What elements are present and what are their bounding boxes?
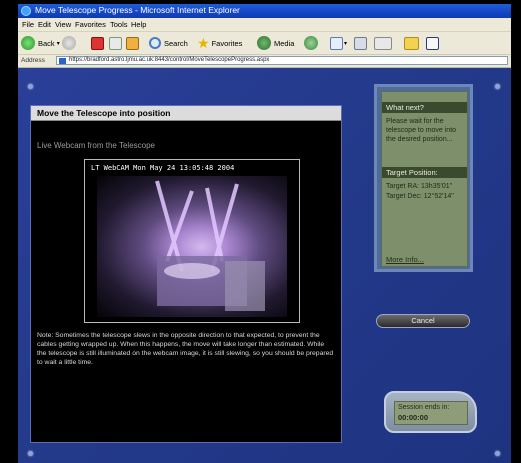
- panel-title: Move the Telescope into position: [37, 108, 171, 118]
- menu-bar: File Edit View Favorites Tools Help: [18, 18, 511, 32]
- folder-icon: [404, 36, 419, 50]
- browser-window: Move Telescope Progress - Microsoft Inte…: [18, 4, 511, 463]
- session-display: Session ends in: 00:00:00: [394, 401, 468, 425]
- history-icon: [304, 36, 318, 50]
- rivet-decoration: [495, 84, 500, 89]
- telescope-image: [155, 180, 265, 311]
- toolbar: Back ▾ Search ★ Favorites Media ▾: [18, 32, 511, 55]
- panel-header: Move the Telescope into position: [31, 106, 341, 121]
- menu-view[interactable]: View: [55, 20, 71, 29]
- edit-icon: [374, 36, 392, 50]
- home-button[interactable]: [126, 35, 139, 51]
- favorites-label: Favorites: [211, 38, 243, 48]
- address-label: Address: [21, 57, 45, 64]
- info-panel: What next? Please wait for the telescope…: [374, 84, 473, 272]
- webcam-timestamp: LT WebCAM Mon May 24 13:05:48 2004: [91, 164, 235, 172]
- session-time: 00:00:00: [398, 413, 429, 422]
- refresh-icon: [109, 36, 122, 50]
- favorites-button[interactable]: ★ Favorites: [197, 35, 242, 51]
- media-label: Media: [274, 38, 295, 48]
- menu-favorites[interactable]: Favorites: [75, 20, 106, 29]
- menu-tools[interactable]: Tools: [110, 20, 128, 29]
- main-panel: Move the Telescope into position Live We…: [30, 105, 342, 443]
- page-content: Move the Telescope into position Live We…: [18, 68, 511, 463]
- search-icon: [149, 37, 161, 49]
- menu-help[interactable]: Help: [131, 20, 146, 29]
- address-bar: Address https://bradford.astro.ljmu.ac.u…: [18, 55, 511, 68]
- session-label: Session ends in:: [398, 404, 450, 411]
- target-dec: Target Dec: 12°52'14": [386, 193, 454, 200]
- more-info-link[interactable]: More Info...: [386, 255, 424, 264]
- print-button[interactable]: [354, 35, 367, 51]
- messenger-icon: [426, 36, 439, 50]
- print-icon: [354, 36, 367, 50]
- mail-icon: [330, 36, 343, 50]
- search-button[interactable]: Search: [149, 35, 188, 51]
- menu-file[interactable]: File: [22, 20, 34, 29]
- target-header: Target Position:: [382, 167, 467, 178]
- forward-button[interactable]: [62, 35, 76, 51]
- what-next-header: What next?: [382, 102, 467, 113]
- media-icon: [257, 36, 271, 50]
- home-icon: [126, 36, 139, 50]
- stop-icon: [91, 36, 104, 50]
- target-title: Target Position:: [386, 168, 438, 177]
- messenger-button[interactable]: [426, 35, 439, 51]
- star-icon: ★: [197, 35, 210, 51]
- folder-button[interactable]: [404, 35, 419, 51]
- rivet-decoration: [495, 451, 500, 456]
- ie-icon: [21, 6, 31, 16]
- window-title: Move Telescope Progress - Microsoft Inte…: [35, 5, 240, 15]
- cancel-button[interactable]: Cancel: [376, 314, 470, 328]
- stop-button[interactable]: [91, 35, 104, 51]
- rivet-decoration: [28, 84, 33, 89]
- chevron-down-icon: ▾: [56, 40, 60, 47]
- forward-arrow-icon: [62, 36, 76, 50]
- session-timer-panel: Session ends in: 00:00:00: [384, 391, 477, 433]
- info-panel-screen: What next? Please wait for the telescope…: [381, 91, 468, 267]
- back-button[interactable]: Back ▾: [21, 35, 60, 51]
- back-label: Back: [38, 38, 55, 48]
- webcam-image: [97, 176, 287, 317]
- mail-button[interactable]: ▾: [330, 35, 347, 51]
- back-arrow-icon: [21, 36, 35, 50]
- webcam-frame: LT WebCAM Mon May 24 13:05:48 2004: [84, 159, 300, 323]
- rivet-decoration: [28, 451, 33, 456]
- history-button[interactable]: [304, 35, 318, 51]
- chevron-down-icon: ▾: [344, 40, 348, 47]
- what-next-text: Please wait for the telescope to move in…: [386, 118, 457, 143]
- menu-edit[interactable]: Edit: [38, 20, 51, 29]
- search-label: Search: [164, 38, 188, 48]
- webcam-label: Live Webcam from the Telescope: [37, 141, 155, 150]
- target-ra: Target RA: 13h35'01": [386, 183, 453, 190]
- edit-button[interactable]: [374, 35, 392, 51]
- media-button[interactable]: Media: [257, 35, 294, 51]
- address-url: https://bradford.astro.ljmu.ac.uk:8443/c…: [69, 57, 270, 63]
- note-text: Note: Sometimes the telescope slews in t…: [37, 332, 334, 366]
- what-next-title: What next?: [386, 103, 424, 112]
- page-icon: [59, 58, 66, 64]
- address-input[interactable]: https://bradford.astro.ljmu.ac.uk:8443/c…: [56, 56, 508, 65]
- title-bar: Move Telescope Progress - Microsoft Inte…: [18, 4, 511, 18]
- refresh-button[interactable]: [109, 35, 122, 51]
